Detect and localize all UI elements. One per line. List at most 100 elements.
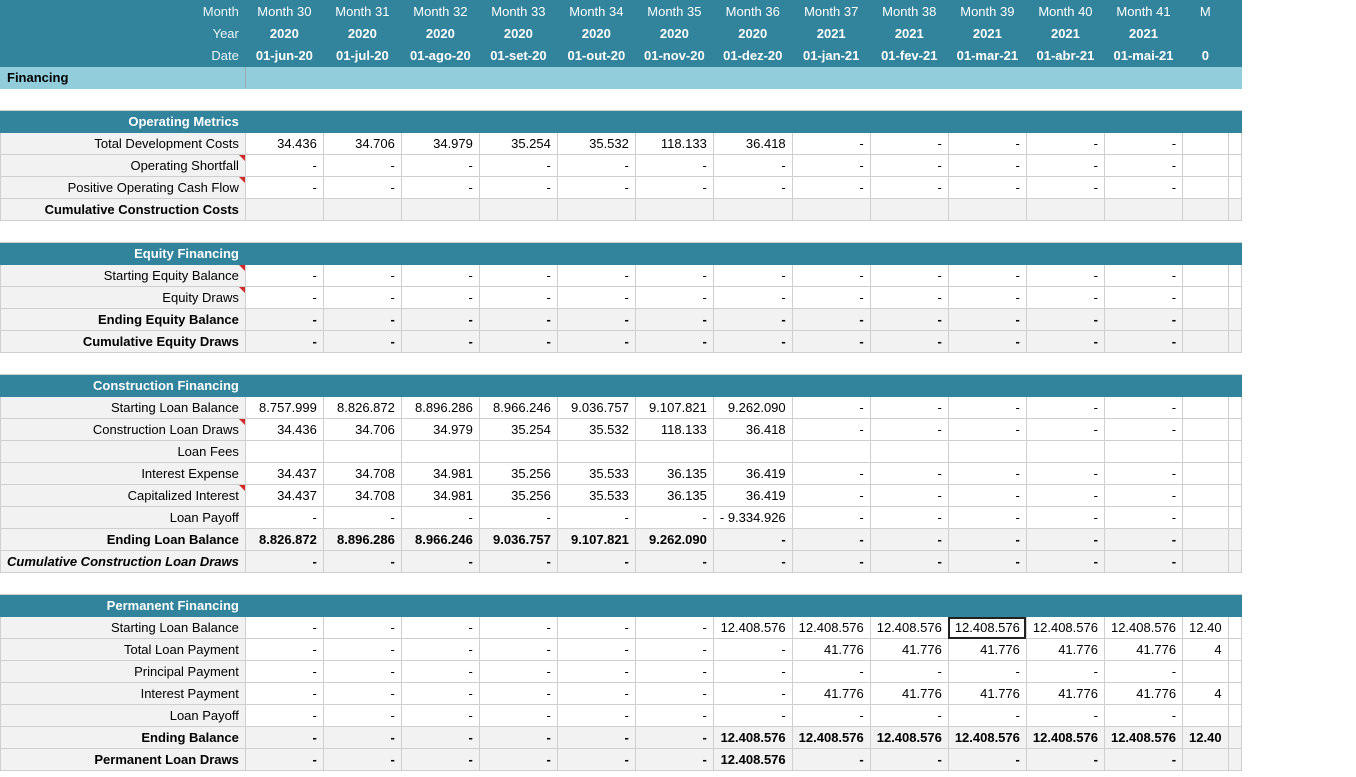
data-cell[interactable]: - <box>634 638 714 661</box>
section-header-fill[interactable] <box>322 110 402 133</box>
row-label[interactable]: Interest Expense <box>0 462 246 485</box>
data-cell[interactable]: - <box>947 704 1027 727</box>
blank-cell[interactable] <box>245 352 324 375</box>
blank-cell[interactable] <box>557 352 636 375</box>
data-cell[interactable]: - <box>556 330 636 353</box>
section-header-fill[interactable] <box>322 242 402 265</box>
data-cell[interactable]: - <box>556 682 636 705</box>
data-cell[interactable] <box>1182 396 1229 419</box>
data-cell[interactable]: 41.776 <box>1025 638 1105 661</box>
section-header-fill[interactable] <box>478 374 558 397</box>
data-cell[interactable]: - <box>634 176 714 199</box>
row-label[interactable]: Operating Shortfall <box>0 154 246 177</box>
financing-title-fill[interactable] <box>478 66 558 89</box>
data-cell[interactable]: - <box>712 154 793 177</box>
data-cell[interactable]: - <box>791 264 871 287</box>
data-cell[interactable]: 12.408.576 <box>869 616 949 639</box>
data-cell[interactable] <box>947 198 1027 221</box>
data-cell[interactable]: - <box>400 176 480 199</box>
row-label[interactable]: Permanent Loan Draws <box>0 748 246 771</box>
data-cell[interactable] <box>1182 308 1229 331</box>
data-cell[interactable]: - <box>244 748 324 771</box>
blank-cell[interactable] <box>323 220 402 243</box>
data-cell[interactable]: - <box>947 418 1027 441</box>
data-cell[interactable]: - <box>869 308 949 331</box>
data-cell[interactable]: 41.776 <box>791 638 871 661</box>
section-header-fill[interactable] <box>478 594 558 617</box>
data-cell[interactable]: 41.776 <box>791 682 871 705</box>
data-cell[interactable]: - <box>791 132 871 155</box>
section-header-fill[interactable] <box>712 594 793 617</box>
data-cell[interactable]: - <box>791 462 871 485</box>
blank-cell[interactable] <box>870 220 949 243</box>
data-cell[interactable] <box>1182 198 1229 221</box>
data-cell[interactable]: - <box>400 308 480 331</box>
financing-title-fill[interactable] <box>869 66 949 89</box>
overflow-cell[interactable] <box>1228 352 1242 375</box>
data-cell[interactable]: - <box>556 660 636 683</box>
header-month-cell[interactable]: Month 30 <box>244 0 324 23</box>
blank-cell[interactable] <box>713 352 793 375</box>
data-cell[interactable]: - <box>947 132 1027 155</box>
data-cell[interactable]: - <box>244 330 324 353</box>
header-date-cell[interactable]: 0 <box>1182 44 1229 67</box>
row-label[interactable]: Total Loan Payment <box>0 638 246 661</box>
data-cell[interactable]: - <box>400 726 480 749</box>
data-cell[interactable]: 41.776 <box>1025 682 1105 705</box>
data-cell[interactable]: - <box>478 286 558 309</box>
data-cell[interactable]: - <box>869 396 949 419</box>
overflow-cell[interactable] <box>1227 660 1242 683</box>
header-year-cell[interactable]: 2021 <box>947 22 1027 45</box>
data-cell[interactable] <box>947 440 1027 463</box>
data-cell[interactable]: 12.408.576 <box>712 616 793 639</box>
data-cell[interactable]: - <box>322 550 402 573</box>
overflow-cell[interactable] <box>1227 594 1242 617</box>
data-cell[interactable]: 9.036.757 <box>478 528 558 551</box>
section-header-fill[interactable] <box>1182 242 1229 265</box>
data-cell[interactable]: - <box>1103 132 1184 155</box>
section-title[interactable]: Equity Financing <box>0 242 246 265</box>
data-cell[interactable] <box>400 198 480 221</box>
data-cell[interactable]: - <box>400 748 480 771</box>
row-label[interactable]: Total Development Costs <box>0 132 246 155</box>
data-cell[interactable]: 36.419 <box>712 462 793 485</box>
header-month-cell[interactable]: Month 37 <box>791 0 871 23</box>
data-cell[interactable]: - <box>244 176 324 199</box>
blank-cell[interactable] <box>792 352 871 375</box>
data-cell[interactable]: - <box>322 330 402 353</box>
data-cell[interactable]: - <box>712 660 793 683</box>
data-cell[interactable]: - <box>322 154 402 177</box>
blank-cell[interactable] <box>713 220 793 243</box>
data-cell[interactable]: - <box>400 660 480 683</box>
blank-cell[interactable] <box>1104 220 1183 243</box>
row-label[interactable]: Loan Payoff <box>0 506 246 529</box>
financing-title-fill[interactable] <box>1182 66 1229 89</box>
overflow-cell[interactable] <box>1227 528 1242 551</box>
data-cell[interactable] <box>791 198 871 221</box>
data-cell[interactable]: 35.532 <box>556 418 636 441</box>
data-cell[interactable]: - <box>244 726 324 749</box>
data-cell[interactable]: - <box>400 286 480 309</box>
data-cell[interactable]: 41.776 <box>1103 638 1184 661</box>
blank-cell[interactable] <box>635 572 714 595</box>
section-header-fill[interactable] <box>244 594 324 617</box>
data-cell[interactable]: 12.408.576 <box>1025 726 1105 749</box>
section-header-fill[interactable] <box>400 594 480 617</box>
overflow-cell[interactable] <box>1227 638 1242 661</box>
header-month-cell[interactable]: Month 39 <box>947 0 1027 23</box>
data-cell[interactable]: - <box>478 176 558 199</box>
row-label[interactable]: Loan Fees <box>0 440 246 463</box>
header-date-cell[interactable]: 01-jan-21 <box>791 44 871 67</box>
data-cell[interactable] <box>556 440 636 463</box>
overflow-cell[interactable] <box>1227 440 1242 463</box>
data-cell[interactable]: - <box>791 484 871 507</box>
data-cell[interactable]: - <box>1025 396 1105 419</box>
data-cell[interactable]: - <box>1103 748 1184 771</box>
data-cell[interactable]: - <box>1025 704 1105 727</box>
section-header-fill[interactable] <box>1025 110 1105 133</box>
header-year-cell[interactable]: 2020 <box>556 22 636 45</box>
data-cell[interactable] <box>478 198 558 221</box>
data-cell[interactable]: - <box>869 418 949 441</box>
header-year-cell[interactable]: 2020 <box>478 22 558 45</box>
section-header-fill[interactable] <box>1182 374 1229 397</box>
